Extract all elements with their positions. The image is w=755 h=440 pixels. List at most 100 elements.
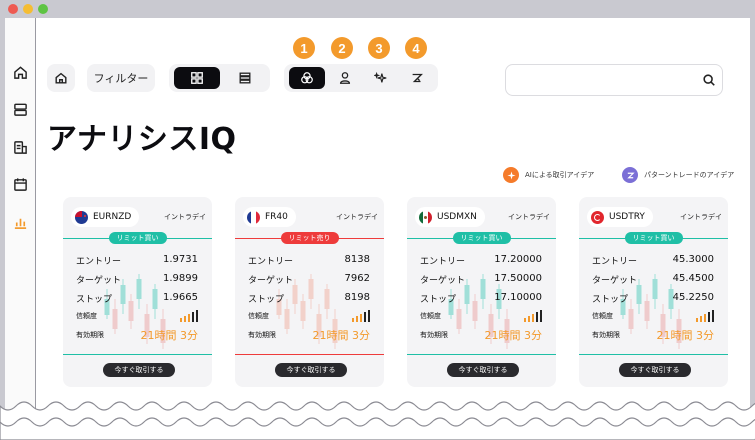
expiry-value: 21時間 3分 <box>140 329 199 342</box>
target-value: 45.4500 <box>672 273 714 284</box>
entry-value: 8138 <box>344 254 370 265</box>
sidebar-home-icon[interactable] <box>12 64 29 81</box>
sidebar-list-icon[interactable] <box>12 101 29 118</box>
step-badge-3: 3 <box>368 37 390 59</box>
idea-details: エントリー 17.20000 ターゲット 17.50000 ストップ 17.10000… <box>420 251 542 346</box>
title-bar <box>0 0 755 18</box>
order-type-badge: リミット買い <box>452 232 511 244</box>
tab-analyst[interactable] <box>329 67 361 89</box>
page-title: アナリシスIQ <box>47 122 237 157</box>
view-toggle <box>169 64 270 92</box>
legend-pattern-label: パターントレードのアイデア <box>644 171 735 179</box>
confidence-bars-icon <box>524 310 542 322</box>
flag-icon <box>75 210 88 224</box>
stop-value: 8198 <box>344 292 370 303</box>
search-icon[interactable] <box>702 73 716 87</box>
trade-now-button[interactable]: 今すぐ取引する <box>447 363 519 377</box>
expiry-label: 有効期限 <box>76 331 104 339</box>
sidebar-analysis-icon[interactable] <box>12 214 29 231</box>
flag-icon <box>419 210 432 224</box>
trade-now-button[interactable]: 今すぐ取引する <box>103 363 175 377</box>
confidence-label: 信頼度 <box>248 312 269 320</box>
order-type-badge: リミット買い <box>108 232 167 244</box>
stop-label: ストップ <box>76 295 113 305</box>
sparkle-icon <box>374 71 387 83</box>
confidence-bars-icon <box>352 310 370 322</box>
torn-edge <box>0 401 755 440</box>
entry-label: エントリー <box>592 257 638 267</box>
sidebar-document-icon[interactable] <box>12 139 29 156</box>
legend-ai: AIによる取引アイデア <box>503 166 594 184</box>
card-header: USDTRY イントラデイ <box>587 207 722 227</box>
step-badge-1: 1 <box>293 37 315 59</box>
home-button[interactable] <box>47 64 75 92</box>
instrument-pill: USDMXN <box>415 207 485 227</box>
filter-button[interactable]: フィルター <box>87 64 155 92</box>
instrument-pill: USDTRY <box>587 207 653 227</box>
expiry-label: 有効期限 <box>248 331 276 339</box>
list-icon <box>239 72 251 84</box>
card-footer-divider <box>235 354 384 355</box>
sidebar <box>5 18 36 440</box>
target-value: 17.50000 <box>494 273 542 284</box>
stop-value: 45.2250 <box>672 292 714 303</box>
target-value: 1.9899 <box>163 273 198 284</box>
confidence-label: 信頼度 <box>592 312 613 320</box>
order-type-badge: リミット売り <box>280 232 339 244</box>
entry-label: エントリー <box>420 257 466 267</box>
expiry-label: 有効期限 <box>592 331 620 339</box>
entry-value: 17.20000 <box>494 254 542 265</box>
grid-view-button[interactable] <box>174 67 220 89</box>
instrument-pill: EURNZD <box>71 207 140 227</box>
timeframe-label: イントラデイ <box>164 213 206 221</box>
timeframe-label: イントラデイ <box>680 213 722 221</box>
list-view-button[interactable] <box>224 67 266 89</box>
flag-icon <box>247 210 260 224</box>
tab-all-sources[interactable] <box>289 67 325 89</box>
grid-icon <box>191 72 203 84</box>
target-label: ターゲット <box>592 276 638 286</box>
flag-icon <box>591 210 604 224</box>
stop-label: ストップ <box>420 295 457 305</box>
expiry-value: 21時間 3分 <box>312 329 371 342</box>
order-type-badge: リミット買い <box>624 232 683 244</box>
search-input[interactable] <box>505 64 723 96</box>
expiry-label: 有効期限 <box>420 331 448 339</box>
trade-now-button[interactable]: 今すぐ取引する <box>619 363 691 377</box>
trade-now-button[interactable]: 今すぐ取引する <box>275 363 347 377</box>
stop-value: 1.9665 <box>163 292 198 303</box>
legend-pattern: パターントレードのアイデア <box>622 166 734 184</box>
legend-ai-label: AIによる取引アイデア <box>525 171 595 179</box>
card-footer-divider <box>579 354 728 355</box>
expiry-value: 21時間 3分 <box>656 329 715 342</box>
instrument-name: USDMXN <box>437 212 477 222</box>
instrument-name: USDTRY <box>609 212 645 222</box>
idea-card-usdtry[interactable]: USDTRY イントラデイ リミット買い エントリー 45.3000 ターゲット 4… <box>579 197 728 387</box>
card-footer-divider <box>63 354 212 355</box>
close-window-button[interactable] <box>8 4 18 14</box>
sidebar-calendar-icon[interactable] <box>12 176 29 193</box>
entry-value: 45.3000 <box>672 254 714 265</box>
stop-value: 17.10000 <box>494 292 542 303</box>
maximize-window-button[interactable] <box>38 4 48 14</box>
tab-ai[interactable] <box>365 67 397 89</box>
target-label: ターゲット <box>420 276 466 286</box>
idea-card-usdmxn[interactable]: USDMXN イントラデイ リミット買い エントリー 17.20000 ターゲット… <box>407 197 556 387</box>
minimize-window-button[interactable] <box>23 4 33 14</box>
timeframe-label: イントラデイ <box>508 213 550 221</box>
card-footer-divider <box>407 354 556 355</box>
confidence-bars-icon <box>180 310 198 322</box>
entry-label: エントリー <box>76 257 122 267</box>
confidence-bars-icon <box>696 310 714 322</box>
user-icon <box>339 72 351 84</box>
card-header: USDMXN イントラデイ <box>415 207 550 227</box>
home-icon <box>55 72 67 84</box>
idea-card-eurnzd[interactable]: EURNZD イントラデイ リミット買い エントリー 1.9731 ターゲット 1.… <box>63 197 212 387</box>
step-badge-4: 4 <box>405 37 427 59</box>
tab-pattern[interactable] <box>401 67 433 89</box>
pattern-icon <box>412 73 423 83</box>
idea-card-fr40[interactable]: FR40 イントラデイ リミット売り エントリー 8138 ターゲット 7962 ス… <box>235 197 384 387</box>
expiry-value: 21時間 3分 <box>484 329 543 342</box>
card-header: EURNZD イントラデイ <box>71 207 206 227</box>
idea-details: エントリー 8138 ターゲット 7962 ストップ 8198 信頼度 有効期限 21時… <box>248 251 370 346</box>
